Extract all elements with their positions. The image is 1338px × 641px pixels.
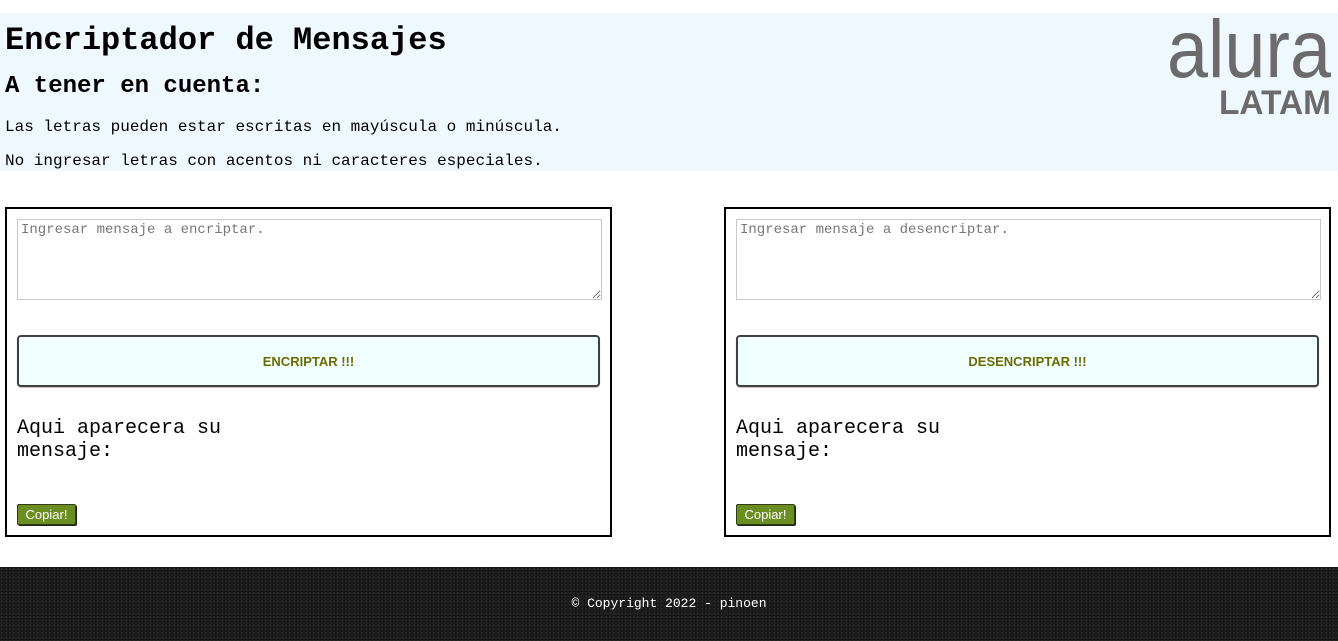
copyright-text: © Copyright 2022 - pinoen xyxy=(571,596,767,611)
encrypt-button[interactable]: ENCRIPTAR !!! xyxy=(17,335,600,387)
copy-decrypted-button[interactable]: Copiar! xyxy=(736,504,795,525)
encrypt-result-text: Aqui aparecera su mensaje: xyxy=(17,417,222,463)
decrypt-input[interactable] xyxy=(736,219,1321,300)
copy-encrypted-button[interactable]: Copiar! xyxy=(17,504,76,525)
encrypt-input[interactable] xyxy=(17,219,602,300)
decrypt-button[interactable]: DESENCRIPTAR !!! xyxy=(736,335,1319,387)
decrypt-panel: DESENCRIPTAR !!! Aqui aparecera su mensa… xyxy=(724,207,1331,537)
notice-text-accents: No ingresar letras con acentos ni caract… xyxy=(5,152,543,170)
footer: © Copyright 2022 - pinoen xyxy=(0,567,1338,641)
notice-heading: A tener en cuenta: xyxy=(5,73,265,100)
logo-latam-text: LATAM xyxy=(1219,84,1331,118)
notice-text-case: Las letras pueden estar escritas en mayú… xyxy=(5,118,562,136)
alura-latam-logo: alura LATAM xyxy=(1167,4,1331,118)
decrypt-result-text: Aqui aparecera su mensaje: xyxy=(736,417,941,463)
page-title: Encriptador de Mensajes xyxy=(5,22,447,59)
header-section: Encriptador de Mensajes A tener en cuent… xyxy=(0,13,1338,171)
logo-alura-text: alura xyxy=(1167,4,1331,95)
encrypt-panel: ENCRIPTAR !!! Aqui aparecera su mensaje:… xyxy=(5,207,612,537)
